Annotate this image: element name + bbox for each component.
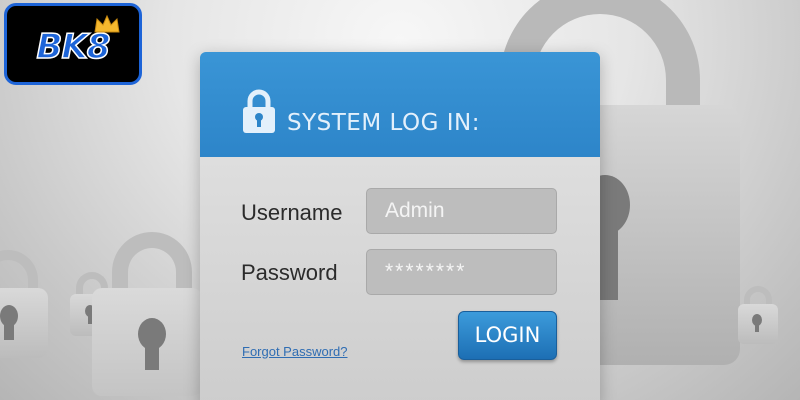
background-lock-icon [0, 250, 50, 360]
login-panel: SYSTEM LOG IN: Username Admin Password *… [200, 52, 600, 400]
password-label: Password [241, 260, 338, 285]
login-button[interactable]: LOGIN [458, 311, 557, 360]
login-panel-header: SYSTEM LOG IN: [200, 52, 600, 157]
username-label: Username [241, 200, 343, 225]
password-input[interactable]: ******** [366, 249, 557, 295]
background-lock-icon [738, 286, 778, 346]
username-input[interactable]: Admin [366, 188, 557, 234]
forgot-password-link[interactable]: Forgot Password? [242, 344, 348, 359]
background-lock-icon [92, 232, 202, 397]
login-title: SYSTEM LOG IN: [287, 110, 480, 136]
lock-icon [243, 89, 275, 133]
crown-icon [94, 14, 120, 33]
brand-logo: BK8 [4, 3, 142, 85]
